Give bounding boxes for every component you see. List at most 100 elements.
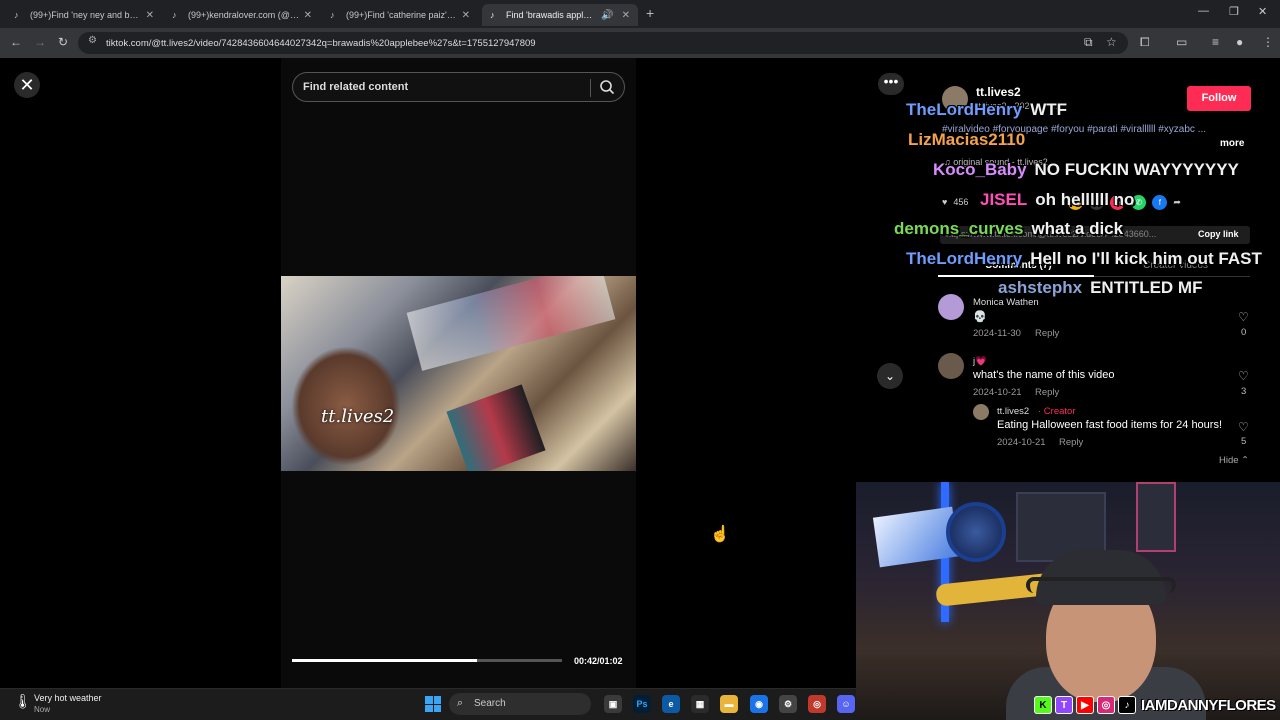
video-scene-lights <box>406 276 616 371</box>
task-view-icon[interactable]: ▣ <box>604 695 622 713</box>
minimize-icon[interactable]: — <box>1198 5 1209 17</box>
related-search-input[interactable]: Find related content <box>292 72 625 102</box>
chat-text: Hell no I'll kick him out FAST <box>1030 249 1262 268</box>
edge-icon[interactable]: e <box>662 695 680 713</box>
weather-title[interactable]: Very hot weather <box>34 693 102 703</box>
site-settings-icon[interactable]: ⚙ <box>88 35 97 46</box>
streamer-handle: IAMDANNYFLORES <box>1141 696 1276 714</box>
description-more-link[interactable]: more <box>1220 138 1244 149</box>
extensions-icon[interactable]: ⧠ <box>1140 35 1150 50</box>
comment-author[interactable]: tt.lives2 <box>997 406 1029 417</box>
webcam-globe-decor <box>946 502 1006 562</box>
file-explorer-icon[interactable]: ▬ <box>720 695 738 713</box>
new-tab-button[interactable]: + <box>646 5 654 21</box>
comment-date: 2024-10-21 <box>973 387 1022 398</box>
close-tab-icon[interactable]: ✕ <box>622 10 630 21</box>
settings-icon[interactable]: ⚙ <box>779 695 797 713</box>
comment-heart-icon[interactable]: ♡ <box>1238 369 1249 383</box>
reply-button[interactable]: Reply <box>1059 437 1083 448</box>
commenter-avatar[interactable] <box>938 294 964 320</box>
cast-icon[interactable]: ▭ <box>1176 35 1187 49</box>
chat-message: ashstephx ENTITLED MF <box>998 278 1202 298</box>
search-icon[interactable] <box>599 79 615 95</box>
creator-reply-avatar[interactable] <box>973 404 989 420</box>
author-name[interactable]: tt.lives2 <box>976 85 1021 99</box>
comment-date: 2024-11-30 <box>973 328 1021 339</box>
likes-count: 456 <box>953 197 969 207</box>
close-tab-icon[interactable]: ✕ <box>462 10 470 21</box>
follow-button[interactable]: Follow <box>1187 86 1251 111</box>
browser-tab[interactable]: ♪ (99+)Find 'ney ney and bolsao ✕ <box>6 4 162 26</box>
chat-message: demons_curves what a dick <box>894 219 1123 239</box>
tab-search-icon[interactable]: ≡ <box>1212 35 1219 49</box>
tab-title: Find 'brawadis applebee's' <box>506 10 597 20</box>
browser-tab[interactable]: ♪ (99+)Find 'catherine paiz' on Ti ✕ <box>322 4 478 26</box>
tiktok-icon: ♪ <box>1118 696 1136 714</box>
chat-text: oh hellllll no <box>1035 190 1135 209</box>
chat-text: WTF <box>1030 100 1068 119</box>
share-arrow-icon[interactable]: ➦ <box>1173 197 1181 208</box>
more-options-button[interactable]: ••• <box>878 73 904 95</box>
taskbar-search[interactable] <box>449 693 591 715</box>
browser-tab[interactable]: ♪ (99+)kendralover.com (@kendr ✕ <box>164 4 320 26</box>
reply-button[interactable]: Reply <box>1035 387 1059 398</box>
chat-username: demons_curves <box>894 219 1024 238</box>
copy-link-button[interactable]: Copy link <box>1198 229 1239 239</box>
comment-text: what's the name of this video <box>973 369 1115 381</box>
menu-kebab-icon[interactable]: ⋮ <box>1262 35 1274 49</box>
streamer-webcam <box>856 482 1280 720</box>
close-tab-icon[interactable]: ✕ <box>146 10 154 21</box>
tiktok-icon: ♪ <box>172 10 177 20</box>
webcam-headphones <box>1026 577 1176 593</box>
close-tab-icon[interactable]: ✕ <box>304 10 312 21</box>
discord-icon[interactable]: ☺ <box>837 695 855 713</box>
chat-message: TheLordHenry WTF <box>906 100 1067 120</box>
comment-like-count: 0 <box>1241 327 1247 338</box>
search-icon: ⌕ <box>457 697 464 709</box>
chat-username: LizMacias2110 <box>908 130 1026 149</box>
mouse-cursor-icon: ☝ <box>710 526 730 543</box>
app-icon[interactable]: ◎ <box>808 695 826 713</box>
chat-message: JISEL oh hellllll no <box>980 190 1134 210</box>
video-progress-bar[interactable] <box>292 659 562 662</box>
back-icon[interactable]: ← <box>10 35 22 49</box>
chat-text: ENTITLED MF <box>1090 278 1203 297</box>
windows-start-button[interactable] <box>425 696 441 712</box>
facebook-icon[interactable]: f <box>1152 194 1168 210</box>
forward-icon[interactable]: → <box>34 35 46 49</box>
next-video-button[interactable]: ⌄ <box>877 363 903 389</box>
comment-author[interactable]: j💗 <box>973 356 987 367</box>
reply-button[interactable]: Reply <box>1035 328 1059 339</box>
maximize-icon[interactable]: ❐ <box>1229 5 1239 18</box>
comment-heart-icon[interactable]: ♡ <box>1238 310 1249 324</box>
browser-tab-active[interactable]: ♪ Find 'brawadis applebee's' 🔊 ✕ <box>482 4 638 26</box>
heart-icon[interactable]: ♥ <box>942 197 947 207</box>
video-timecode: 00:42/01:02 <box>574 656 623 666</box>
chat-username: TheLordHenry <box>906 249 1023 268</box>
tab-active-indicator <box>938 275 1094 277</box>
video-frame[interactable]: tt.lives2 <box>281 276 636 471</box>
chrome-icon[interactable]: ◉ <box>750 695 768 713</box>
commenter-avatar[interactable] <box>938 353 964 379</box>
store-icon[interactable]: ▦ <box>691 695 709 713</box>
address-bar[interactable]: tiktok.com/@tt.lives2/video/742843660464… <box>78 32 1128 54</box>
weather-subtitle: Now <box>34 705 51 714</box>
speaker-icon[interactable]: 🔊 <box>601 10 613 21</box>
chat-username: JISEL <box>980 190 1028 209</box>
taskbar-search-label: Search <box>474 698 506 709</box>
comment-heart-icon[interactable]: ♡ <box>1238 420 1249 434</box>
creator-badge: · Creator <box>1038 406 1076 417</box>
chat-text: what a dick <box>1031 219 1124 238</box>
bookmark-star-icon[interactable]: ☆ <box>1106 35 1117 49</box>
close-viewer-button[interactable]: ✕ <box>14 72 40 98</box>
comment-author[interactable]: Monica Wathen <box>973 297 1039 308</box>
weather-icon[interactable]: 🌡 <box>14 693 32 710</box>
tab-title: (99+)Find 'catherine paiz' on Ti <box>346 10 458 20</box>
close-window-icon[interactable]: ✕ <box>1258 5 1267 18</box>
photoshop-icon[interactable]: Ps <box>633 695 651 713</box>
reload-icon[interactable]: ↻ <box>58 35 68 49</box>
install-icon[interactable]: ⧉ <box>1084 35 1093 50</box>
chat-message: TheLordHenry Hell no I'll kick him out FA… <box>906 249 1262 269</box>
hide-replies-button[interactable]: Hide ⌃ <box>1219 455 1249 466</box>
profile-avatar[interactable]: ● <box>1236 35 1243 49</box>
